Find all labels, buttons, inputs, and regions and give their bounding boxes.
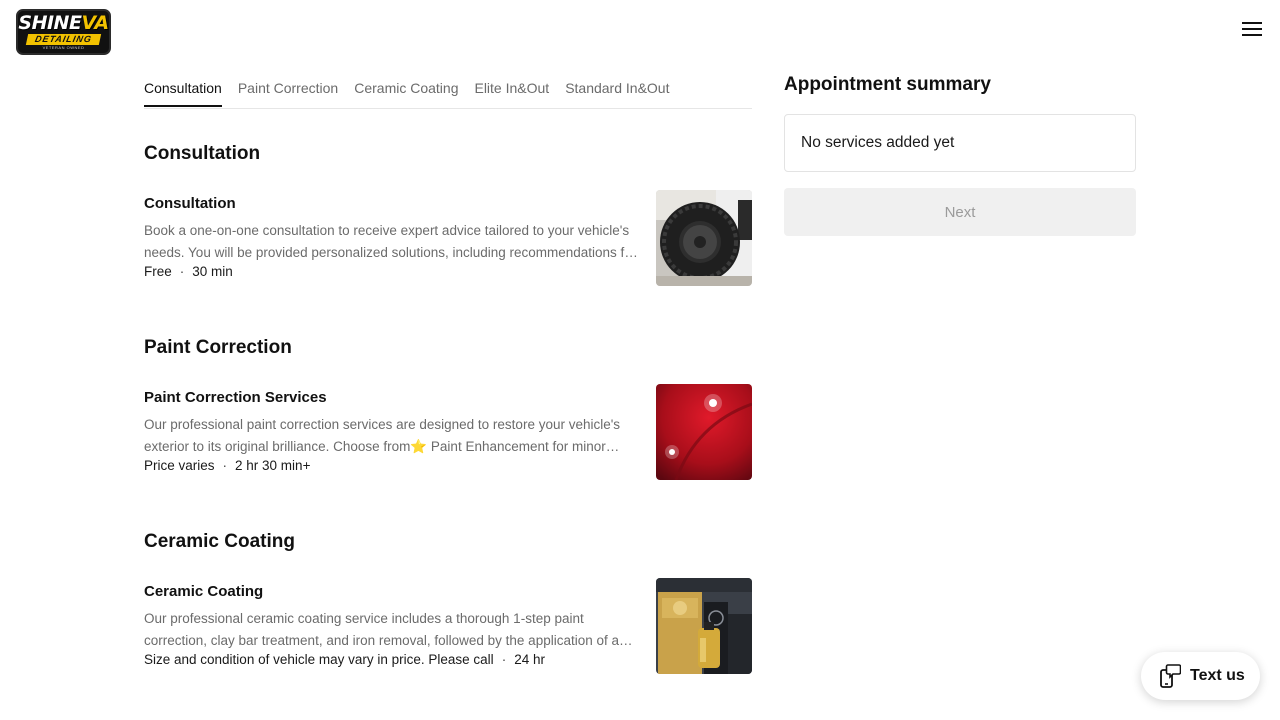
service-price: Price varies	[144, 458, 215, 473]
service-meta: Size and condition of vehicle may vary i…	[144, 652, 545, 667]
service-price: Free	[144, 264, 172, 279]
section-title-paint-correction: Paint Correction	[144, 337, 292, 358]
appointment-summary-box: No services added yet	[784, 114, 1136, 172]
service-meta: Free · 30 min	[144, 264, 233, 279]
separator-dot: ·	[222, 458, 228, 473]
service-description: Our professional ceramic coating service…	[144, 611, 619, 648]
summary-empty-text: No services added yet	[801, 134, 955, 151]
service-duration: 30 min	[192, 264, 233, 279]
service-thumbnail-wheel	[656, 190, 752, 286]
hamburger-menu-icon	[1242, 22, 1262, 36]
service-price: Size and condition of vehicle may vary i…	[144, 652, 494, 667]
next-button[interactable]: Next	[784, 188, 1136, 236]
phone-chat-icon	[1160, 664, 1181, 688]
category-tabs: Consultation Paint Correction Ceramic Co…	[144, 74, 752, 109]
service-duration: 24 hr	[514, 652, 545, 667]
menu-button[interactable]	[1240, 18, 1264, 40]
tab-consultation[interactable]: Consultation	[144, 74, 222, 107]
service-duration: 2 hr 30 min+	[235, 458, 311, 473]
service-thumbnail-red-paint	[656, 384, 752, 480]
service-item-ceramic-coating[interactable]: Ceramic Coating Our professional ceramic…	[144, 578, 752, 674]
tab-elite-in-out[interactable]: Elite In&Out	[474, 74, 549, 107]
service-name: Consultation	[144, 195, 236, 212]
text-us-label: Text us	[1190, 667, 1245, 684]
logo-tag-text: VETERAN OWNED	[42, 44, 85, 50]
separator-dot: ·	[179, 264, 185, 279]
tab-paint-correction[interactable]: Paint Correction	[238, 74, 338, 107]
service-name: Paint Correction Services	[144, 389, 327, 406]
section-title-ceramic-coating: Ceramic Coating	[144, 531, 295, 552]
tab-standard-in-out[interactable]: Standard In&Out	[565, 74, 669, 107]
tab-ceramic-coating[interactable]: Ceramic Coating	[354, 74, 458, 107]
service-thumbnail-ceramic-products	[656, 578, 752, 674]
service-meta: Price varies · 2 hr 30 min+	[144, 458, 310, 473]
service-item-consultation[interactable]: Consultation Book a one-on-one consultat…	[144, 190, 752, 286]
logo-accent-text: VA	[81, 11, 109, 34]
logo-main-text: SHINE	[18, 11, 82, 34]
appointment-summary-title: Appointment summary	[784, 74, 991, 95]
text-us-button[interactable]: Text us	[1141, 652, 1260, 700]
logo-sub-text: DETAILING	[25, 33, 102, 45]
service-name: Ceramic Coating	[144, 583, 264, 600]
brand-logo[interactable]: SHINEVA DETAILING VETERAN OWNED	[16, 9, 111, 55]
service-description: Our professional paint correction servic…	[144, 417, 621, 454]
service-item-paint-correction[interactable]: Paint Correction Services Our profession…	[144, 384, 752, 480]
separator-dot: ·	[501, 652, 507, 667]
section-title-consultation: Consultation	[144, 143, 261, 164]
service-description: Book a one-on-one consultation to receiv…	[144, 223, 637, 260]
